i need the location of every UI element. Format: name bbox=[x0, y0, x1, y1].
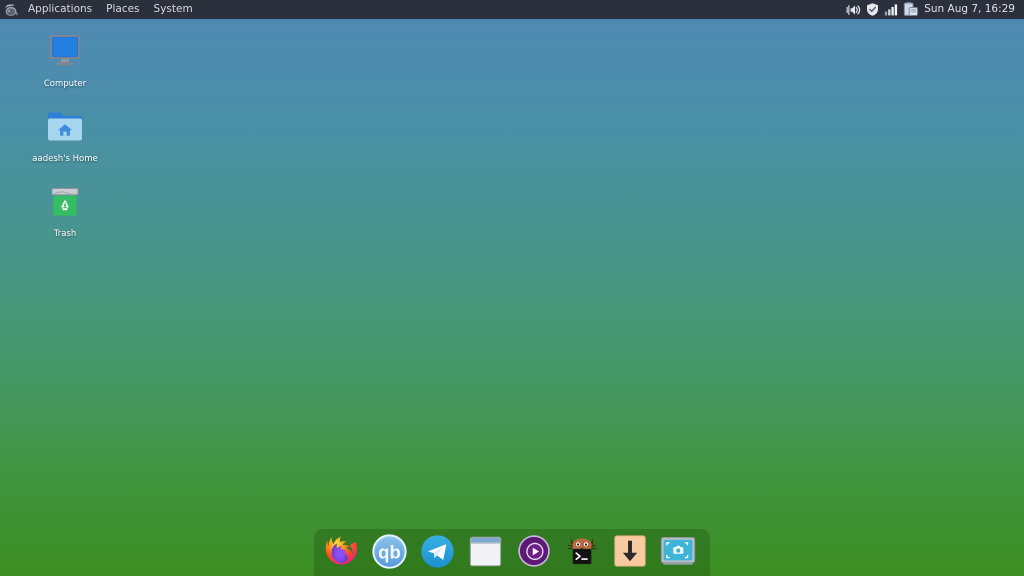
desktop-icon-label: Computer bbox=[43, 79, 87, 89]
dock-item-download-manager[interactable] bbox=[609, 531, 650, 572]
screenshot-camera-icon bbox=[660, 536, 695, 565]
mpv-media-player-icon bbox=[517, 535, 550, 567]
panel-menu-group: Applications Places System bbox=[0, 0, 200, 20]
desktop-icon-home[interactable]: aadesh's Home bbox=[18, 103, 112, 165]
dock-item-telegram[interactable] bbox=[417, 531, 458, 572]
telegram-icon bbox=[421, 534, 454, 568]
menu-system[interactable]: System bbox=[147, 0, 200, 20]
firefox-icon bbox=[325, 536, 358, 565]
distro-mouse-logo-icon[interactable] bbox=[1, 0, 21, 20]
desktop-wallpaper[interactable] bbox=[0, 0, 1024, 576]
volume-icon[interactable] bbox=[845, 0, 862, 20]
download-arrow-icon bbox=[613, 535, 646, 567]
system-tray: Sun Aug 7, 16:29 bbox=[845, 0, 1024, 20]
desktop-icon-label: Trash bbox=[53, 229, 77, 239]
desktop-icon-computer[interactable]: Computer bbox=[18, 28, 112, 90]
dock-item-media-player[interactable] bbox=[513, 531, 554, 572]
dock-item-terminal[interactable] bbox=[561, 531, 602, 572]
network-signal-icon[interactable] bbox=[883, 0, 900, 20]
dock-item-list: qb bbox=[314, 529, 710, 573]
dock-item-file-manager[interactable] bbox=[465, 531, 506, 572]
panel-clock[interactable]: Sun Aug 7, 16:29 bbox=[921, 0, 1020, 20]
dock-item-firefox[interactable] bbox=[321, 531, 362, 572]
file-manager-window-icon bbox=[469, 536, 502, 566]
dock-item-qbittorrent[interactable]: qb bbox=[369, 531, 410, 572]
dock-item-screenshot[interactable] bbox=[657, 531, 698, 572]
desktop-icon-trash[interactable]: Trash bbox=[18, 178, 112, 240]
trash-bin-icon bbox=[41, 178, 89, 226]
kitty-terminal-icon bbox=[567, 538, 596, 565]
menu-applications[interactable]: Applications bbox=[21, 0, 99, 20]
menu-places[interactable]: Places bbox=[99, 0, 146, 20]
home-folder-icon bbox=[41, 103, 89, 151]
svg-text:qb: qb bbox=[378, 541, 401, 562]
software-updates-icon[interactable] bbox=[902, 0, 919, 20]
desktop-icon-label: aadesh's Home bbox=[32, 154, 98, 164]
qbittorrent-icon: qb bbox=[372, 533, 407, 569]
top-panel: Applications Places System Sun Aug 7, 16… bbox=[0, 0, 1024, 21]
shield-security-icon[interactable] bbox=[864, 0, 881, 20]
computer-monitor-icon bbox=[41, 28, 89, 76]
